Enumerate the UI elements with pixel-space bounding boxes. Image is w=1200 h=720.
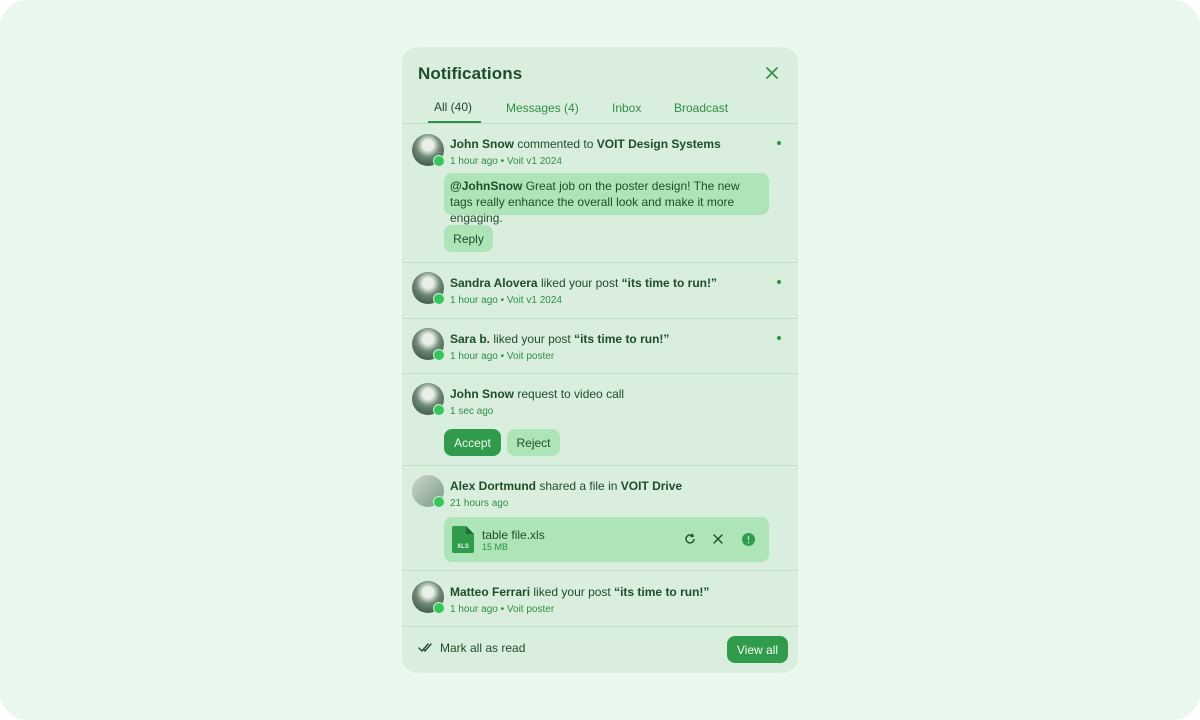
notification-meta: 1 hour ago • Voit poster xyxy=(450,604,554,615)
panel-title: Notifications xyxy=(418,64,523,83)
mark-all-read-label: Mark all as read xyxy=(440,641,526,655)
actor-name: Alex Dortmund xyxy=(450,479,537,493)
notification-item[interactable]: John Snow request to video call 1 sec ag… xyxy=(402,373,798,466)
timestamp: 1 hour ago xyxy=(450,295,498,306)
refresh-icon xyxy=(685,533,695,544)
timestamp: 1 sec ago xyxy=(450,406,494,417)
action-text: shared a file in xyxy=(539,479,618,493)
unread-dot xyxy=(777,336,781,340)
file-size: 15 MB xyxy=(482,542,509,552)
notification-item[interactable]: Alex Dortmund shared a file in VOIT Driv… xyxy=(402,465,798,571)
panel-footer: Mark all as read View all xyxy=(402,627,798,673)
action-text: commented to xyxy=(517,137,594,151)
timestamp: 1 hour ago xyxy=(450,156,498,167)
online-indicator xyxy=(433,293,445,305)
action-text: liked your post xyxy=(533,585,611,599)
separator: • xyxy=(500,351,505,362)
unread-dot xyxy=(777,280,781,284)
double-check-icon xyxy=(418,643,432,652)
file-attachment[interactable]: XLS table file.xls 15 MB xyxy=(444,517,769,562)
view-all-button[interactable]: View all xyxy=(727,636,788,663)
timestamp: 1 hour ago xyxy=(450,351,498,362)
online-indicator xyxy=(433,496,445,508)
action-text: liked your post xyxy=(493,332,571,346)
notification-meta: 1 hour ago • Voit poster xyxy=(450,351,554,362)
timestamp: 1 hour ago xyxy=(450,604,498,615)
actor-name: John Snow xyxy=(450,137,514,151)
online-indicator xyxy=(433,155,445,167)
notification-item[interactable]: John Snow commented to VOIT Design Syste… xyxy=(402,124,798,263)
close-icon xyxy=(713,534,723,544)
notification-meta: 21 hours ago xyxy=(450,498,508,509)
notification-item[interactable]: Sandra Alovera liked your post “its time… xyxy=(402,262,798,319)
notification-text: John Snow commented to VOIT Design Syste… xyxy=(450,137,721,151)
online-indicator xyxy=(433,404,445,416)
tab-inbox[interactable]: Inbox xyxy=(612,101,641,115)
tab-messages[interactable]: Messages (4) xyxy=(506,101,579,115)
separator: • xyxy=(500,604,505,615)
action-text: liked your post xyxy=(540,276,619,290)
separator: • xyxy=(500,156,505,167)
target-name: “its time to run!” xyxy=(621,276,717,290)
mark-all-read-button[interactable]: Mark all as read xyxy=(418,641,525,655)
notification-text: Sandra Alovera liked your post “its time… xyxy=(450,276,717,290)
actor-name: Sandra Alovera xyxy=(450,276,538,290)
alert-icon xyxy=(741,532,755,546)
tab-bar: All (40) Messages (4) Inbox Broadcast xyxy=(402,95,798,124)
target-name: VOIT Design Systems xyxy=(596,137,721,151)
unread-dot xyxy=(777,141,781,145)
context: Voit v1 2024 xyxy=(506,156,562,167)
reject-button[interactable]: Reject xyxy=(507,429,560,456)
action-text: request to video call xyxy=(517,387,625,401)
reply-button[interactable]: Reply xyxy=(444,225,493,252)
file-name: table file.xls xyxy=(482,528,545,542)
comment-bubble: @JohnSnow Great job on the poster design… xyxy=(444,173,769,225)
tab-all[interactable]: All (40) xyxy=(434,100,472,114)
active-tab-indicator xyxy=(428,121,481,123)
notification-text: Alex Dortmund shared a file in VOIT Driv… xyxy=(450,479,682,493)
timestamp: 21 hours ago xyxy=(450,498,509,509)
accept-button[interactable]: Accept xyxy=(444,429,501,456)
retry-button[interactable] xyxy=(682,531,698,547)
actor-name: Matteo Ferrari xyxy=(450,585,531,599)
online-indicator xyxy=(433,602,445,614)
close-icon xyxy=(766,67,778,79)
mention[interactable]: @JohnSnow xyxy=(450,179,522,193)
page-background: Notifications All (40) Messages (4) Inbo… xyxy=(0,0,1200,720)
separator: • xyxy=(500,295,505,306)
context: Voit v1 2024 xyxy=(506,295,562,306)
notification-text: Matteo Ferrari liked your post “its time… xyxy=(450,585,709,599)
error-button[interactable] xyxy=(740,531,756,547)
close-button[interactable] xyxy=(762,63,782,83)
notification-meta: 1 hour ago • Voit v1 2024 xyxy=(450,295,562,306)
notification-meta: 1 sec ago xyxy=(450,406,493,417)
target-name: “its time to run!” xyxy=(574,332,670,346)
notification-text: Sara b. liked your post “its time to run… xyxy=(450,332,669,346)
notification-item[interactable]: Matteo Ferrari liked your post “its time… xyxy=(402,570,798,627)
notifications-panel: Notifications All (40) Messages (4) Inbo… xyxy=(402,47,798,673)
xls-file-icon: XLS xyxy=(452,526,474,558)
context: Voit poster xyxy=(506,351,555,362)
target-name: VOIT Drive xyxy=(620,479,683,493)
notification-text: John Snow request to video call xyxy=(450,387,624,401)
file-ext: XLS xyxy=(457,544,469,550)
actor-name: Sara b. xyxy=(450,332,491,346)
online-indicator xyxy=(433,349,445,361)
context: Voit poster xyxy=(506,604,555,615)
notification-meta: 1 hour ago • Voit v1 2024 xyxy=(450,156,562,167)
target-name: “its time to run!” xyxy=(614,585,710,599)
actor-name: John Snow xyxy=(450,387,514,401)
tab-broadcast[interactable]: Broadcast xyxy=(674,101,728,115)
notification-item[interactable]: Sara b. liked your post “its time to run… xyxy=(402,318,798,374)
cancel-upload-button[interactable] xyxy=(710,531,726,547)
